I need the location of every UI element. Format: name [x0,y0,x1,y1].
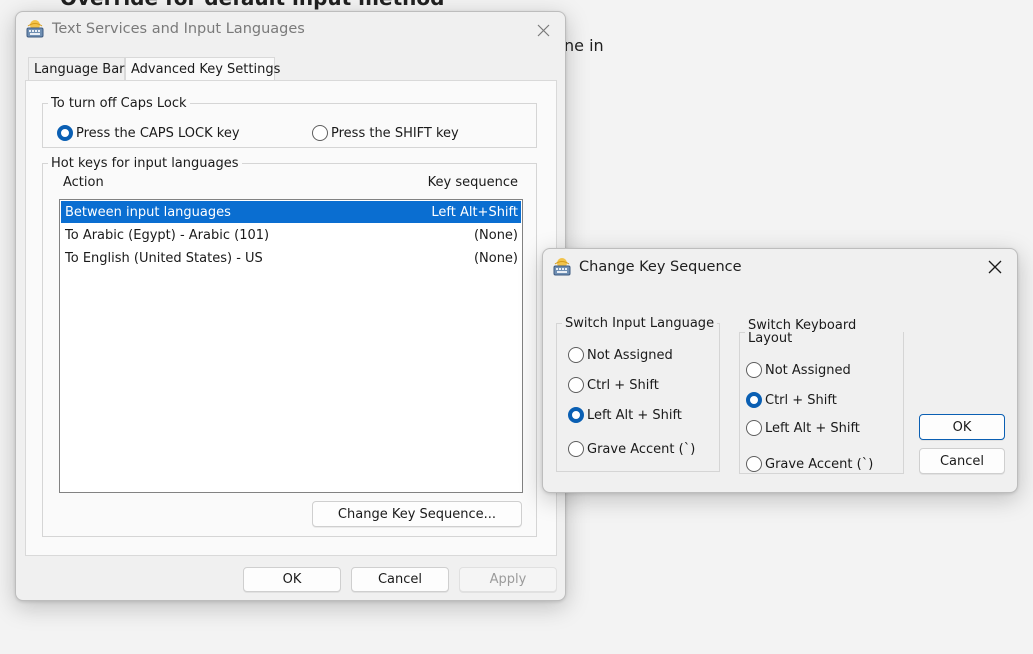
apply-button[interactable]: Apply [459,567,557,592]
list-item[interactable]: Between input languages Left Alt+Shift [61,201,521,223]
radio-indicator [312,125,328,141]
hotkey-action: To English (United States) - US [65,250,263,266]
cancel-button[interactable]: Cancel [351,567,449,592]
radio-label: Not Assigned [765,362,851,378]
radio-input-ctrl-shift[interactable]: Ctrl + Shift [568,377,659,393]
switch-keyboard-layout-group: Switch Keyboard Layout Not Assigned Ctrl… [739,319,904,474]
radio-label: Press the CAPS LOCK key [76,125,240,141]
radio-layout-grave-accent[interactable]: Grave Accent (`) [746,456,873,472]
radio-shift-key[interactable]: Press the SHIFT key [312,125,459,141]
radio-label: Grave Accent (`) [765,456,874,472]
switch-keyboard-layout-legend: Switch Keyboard Layout [748,318,857,346]
cancel-button[interactable]: Cancel [919,448,1005,474]
window-title: Change Key Sequence [579,259,742,275]
radio-indicator [568,441,584,457]
radio-input-left-alt-shift[interactable]: Left Alt + Shift [568,407,682,423]
radio-layout-ctrl-shift[interactable]: Ctrl + Shift [746,392,837,408]
radio-caps-lock-key[interactable]: Press the CAPS LOCK key [57,125,240,141]
keyboard-icon [553,258,571,276]
radio-indicator [746,456,762,472]
radio-label: Ctrl + Shift [765,392,837,408]
caps-lock-group: To turn off Caps Lock Press the CAPS LOC… [42,97,537,148]
close-icon [537,24,549,36]
radio-indicator [568,347,584,363]
hotkeys-listview[interactable]: Between input languages Left Alt+Shift T… [59,199,523,493]
radio-layout-not-assigned[interactable]: Not Assigned [746,362,851,378]
radio-label: Left Alt + Shift [765,420,860,436]
ok-button[interactable]: OK [919,414,1005,440]
title-bar[interactable]: Text Services and Input Languages [16,12,565,48]
close-button[interactable] [981,255,1009,279]
radio-label: Grave Accent (`) [587,441,696,457]
background-heading: Override for default input method [60,0,444,10]
tab-label: Language Bar [34,62,125,77]
switch-input-language-legend: Switch Input Language [565,316,715,331]
tab-language-bar[interactable]: Language Bar [28,57,125,81]
radio-indicator [746,362,762,378]
hotkey-sequence: (None) [473,250,518,266]
title-bar[interactable]: Change Key Sequence [543,249,1017,285]
hotkey-action: To Arabic (Egypt) - Arabic (101) [65,227,270,243]
list-item[interactable]: To Arabic (Egypt) - Arabic (101) (None) [61,224,521,246]
radio-input-grave-accent[interactable]: Grave Accent (`) [568,441,695,457]
radio-label: Left Alt + Shift [587,407,682,423]
tab-advanced-key-settings[interactable]: Advanced Key Settings [125,57,280,82]
listview-header: Action Key sequence [63,175,518,195]
hotkeys-legend: Hot keys for input languages [51,156,239,171]
hotkey-sequence: Left Alt+Shift [431,204,518,220]
radio-indicator [568,377,584,393]
tab-panel-advanced-key-settings: To turn off Caps Lock Press the CAPS LOC… [25,80,557,556]
ok-button[interactable]: OK [243,567,341,592]
keyboard-icon [26,20,44,38]
column-header-key-sequence[interactable]: Key sequence [428,175,518,190]
radio-indicator [746,392,762,408]
close-icon [988,260,1002,274]
radio-label: Ctrl + Shift [587,377,659,393]
radio-input-not-assigned[interactable]: Not Assigned [568,347,673,363]
window-title: Text Services and Input Languages [52,21,305,37]
hotkey-action: Between input languages [65,204,231,220]
hotkey-sequence: (None) [473,227,518,243]
change-key-sequence-dialog: Change Key Sequence Switch Input Languag… [542,248,1018,493]
radio-indicator [568,407,584,423]
column-header-action[interactable]: Action [63,175,104,190]
tab-label: Advanced Key Settings [131,62,281,77]
radio-indicator [746,420,762,436]
list-item[interactable]: To English (United States) - US (None) [61,247,521,269]
caps-lock-legend: To turn off Caps Lock [51,96,187,111]
radio-label: Press the SHIFT key [331,125,459,141]
radio-indicator [57,125,73,141]
close-button[interactable] [529,18,557,42]
radio-layout-left-alt-shift[interactable]: Left Alt + Shift [746,420,860,436]
background-text: ne in [564,36,604,55]
text-services-dialog: Text Services and Input Languages Langua… [15,11,566,601]
radio-label: Not Assigned [587,347,673,363]
change-key-sequence-button[interactable]: Change Key Sequence... [312,501,522,527]
switch-input-language-group: Switch Input Language Not Assigned Ctrl … [556,317,720,472]
